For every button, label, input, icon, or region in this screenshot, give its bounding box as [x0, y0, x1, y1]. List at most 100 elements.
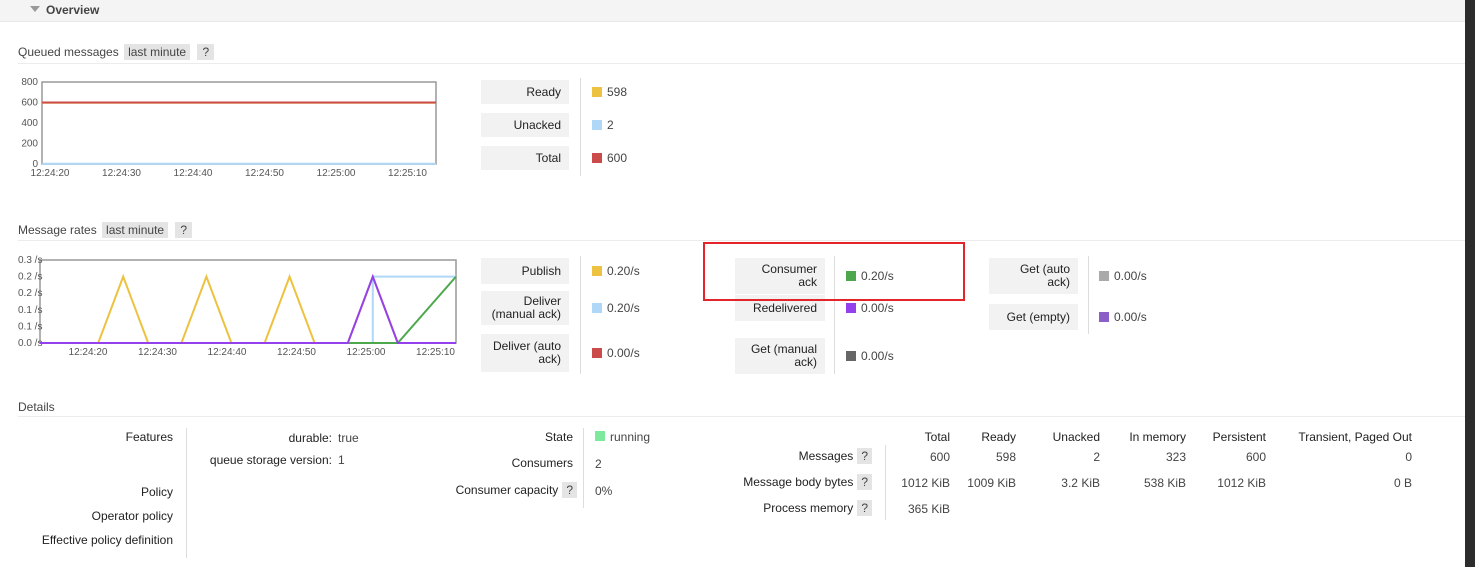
y-tick-label: 0.2 /s — [18, 288, 42, 299]
rate-stat-col1-0-value: 0.20/s — [592, 258, 640, 284]
feature-value: true — [338, 431, 359, 445]
rate-stat-col3-0-value: 0.00/s — [1099, 258, 1147, 294]
y-tick-label: 400 — [21, 118, 38, 129]
x-tick-label: 12:24:20 — [69, 347, 108, 358]
help-icon[interactable]: ? — [857, 500, 872, 516]
help-icon[interactable]: ? — [857, 448, 872, 464]
table-cell: 323 — [1165, 450, 1186, 464]
details-separator — [583, 428, 584, 508]
overview-header[interactable]: Overview — [0, 0, 1465, 22]
rate-stat-col2-1-value-text: 0.00/s — [861, 301, 894, 315]
overview-title: Overview — [46, 3, 100, 17]
table-cell: 538 KiB — [1143, 476, 1186, 490]
rate-stat-col2-1-swatch — [846, 303, 856, 313]
rate-stat-col1-2-label: Deliver (auto ack) — [481, 334, 569, 372]
x-tick-label: 12:24:20 — [31, 168, 70, 179]
rates-range-pill[interactable]: last minute — [102, 222, 169, 238]
table-header: Total — [924, 430, 950, 444]
x-tick-label: 12:24:50 — [245, 168, 284, 179]
consumers-value: 2 — [595, 457, 602, 471]
x-tick-label: 12:24:50 — [277, 347, 316, 358]
y-tick-label: 0.3 /s — [18, 255, 42, 266]
rate-stat-col3-0-value-text: 0.00/s — [1114, 269, 1147, 283]
policy-label: Policy — [140, 485, 173, 499]
table-header: Unacked — [1052, 430, 1100, 444]
state-swatch — [595, 431, 605, 441]
message-rates-title: Message rates last minute ? — [18, 222, 193, 238]
collapse-triangle-icon[interactable] — [30, 6, 40, 12]
rate-stat-col1-1-value: 0.20/s — [592, 291, 640, 325]
table-cell: 1012 KiB — [1217, 476, 1266, 490]
feature-key: queue storage version: — [209, 453, 332, 467]
table-cell: 598 — [995, 450, 1016, 464]
y-tick-label: 600 — [21, 98, 38, 109]
rates-help-icon[interactable]: ? — [175, 222, 193, 238]
queued-messages-title: Queued messages last minute ? — [18, 44, 215, 60]
y-tick-label: 800 — [21, 77, 38, 88]
rate-stat-col3-1-value-text: 0.00/s — [1114, 310, 1147, 324]
rate-stat-col2-2-value-text: 0.00/s — [861, 349, 894, 363]
queued-stat-total-swatch — [592, 153, 602, 163]
consumer-capacity-label: Consumer capacity? — [400, 482, 577, 498]
table-row-label: Process memory? — [763, 500, 872, 516]
rate-stat-col3-1-label: Get (empty) — [989, 304, 1078, 330]
rate-stat-col3-1-value: 0.00/s — [1099, 304, 1147, 330]
rate-stat-col3-0-label: Get (auto ack) — [989, 258, 1078, 294]
plot-frame — [41, 81, 437, 165]
table-row-label: Messages? — [799, 448, 872, 464]
rate-stat-col1-1-value-text: 0.20/s — [607, 301, 640, 315]
rates-title-text: Message rates — [18, 223, 97, 237]
stats-separator — [1088, 256, 1089, 334]
highlight-box — [703, 242, 965, 301]
message-rates-chart: 0.3 /s 0.2 /s 0.2 /s 0.1 /s 0.1 /s 0.0 /s 12:2… — [18, 255, 457, 358]
state-label: State — [544, 430, 573, 444]
queued-stat-unacked-label: Unacked — [481, 113, 569, 137]
y-tick-label: 200 — [21, 139, 38, 150]
queued-help-icon[interactable]: ? — [197, 44, 215, 60]
capacity-label-text: Consumer capacity — [455, 483, 559, 497]
consumers-label: Consumers — [511, 456, 573, 470]
queued-stat-ready-value: 598 — [592, 80, 627, 104]
queued-range-pill[interactable]: last minute — [124, 44, 191, 60]
rate-stat-col1-0-swatch — [592, 266, 602, 276]
help-icon[interactable]: ? — [857, 474, 872, 490]
rate-stat-col1-0-value-text: 0.20/s — [607, 264, 640, 278]
table-cell: 600 — [929, 450, 950, 464]
table-row-label-text: Process memory — [763, 501, 854, 515]
rate-stat-col3-1-swatch — [1099, 312, 1109, 322]
details-separator — [885, 445, 886, 520]
state-text: running — [610, 430, 651, 444]
divider — [18, 416, 1465, 417]
table-cell: 2 — [1093, 450, 1100, 464]
table-header: Ready — [981, 430, 1016, 444]
rate-stat-col3-0-swatch — [1099, 271, 1109, 281]
feature-value: 1 — [338, 453, 345, 467]
queued-stat-total-value: 600 — [592, 146, 627, 170]
capacity-help-icon[interactable]: ? — [562, 482, 577, 498]
feature-row: queue storage version: — [0, 453, 332, 467]
table-cell: 365 KiB — [907, 502, 950, 516]
scrollbar[interactable] — [1465, 0, 1475, 567]
rate-stat-col1-2-value-text: 0.00/s — [607, 346, 640, 360]
queued-stat-ready-swatch — [592, 87, 602, 97]
table-header: Persistent — [1212, 430, 1266, 444]
table-cell: 1009 KiB — [967, 476, 1016, 490]
x-tick-label: 12:24:40 — [174, 168, 213, 179]
queued-stat-total-label: Total — [481, 146, 569, 170]
rate-stat-col2-2-swatch — [846, 351, 856, 361]
table-row-label-text: Message body bytes — [743, 475, 854, 489]
rate-stat-col2-2-value: 0.00/s — [846, 338, 894, 374]
queued-stat-total-value-text: 600 — [607, 151, 628, 165]
queued-messages-chart: 800600400200012:24:20 12:24:30 12:24:40 12:… — [21, 77, 437, 179]
table-row-label-text: Messages — [798, 449, 854, 463]
table-header: Transient, Paged Out — [1298, 430, 1412, 444]
y-tick-label: 0.1 /s — [18, 305, 42, 316]
rate-stat-col2-2-label: Get (manual ack) — [735, 338, 825, 374]
table-row-label: Message body bytes? — [743, 474, 872, 490]
x-tick-label: 12:25:00 — [317, 168, 356, 179]
feature-row: durable: — [0, 431, 332, 445]
divider — [18, 63, 1465, 64]
details-separator — [186, 428, 187, 558]
x-tick-label: 12:24:30 — [102, 168, 141, 179]
table-cell: 600 — [1245, 450, 1266, 464]
